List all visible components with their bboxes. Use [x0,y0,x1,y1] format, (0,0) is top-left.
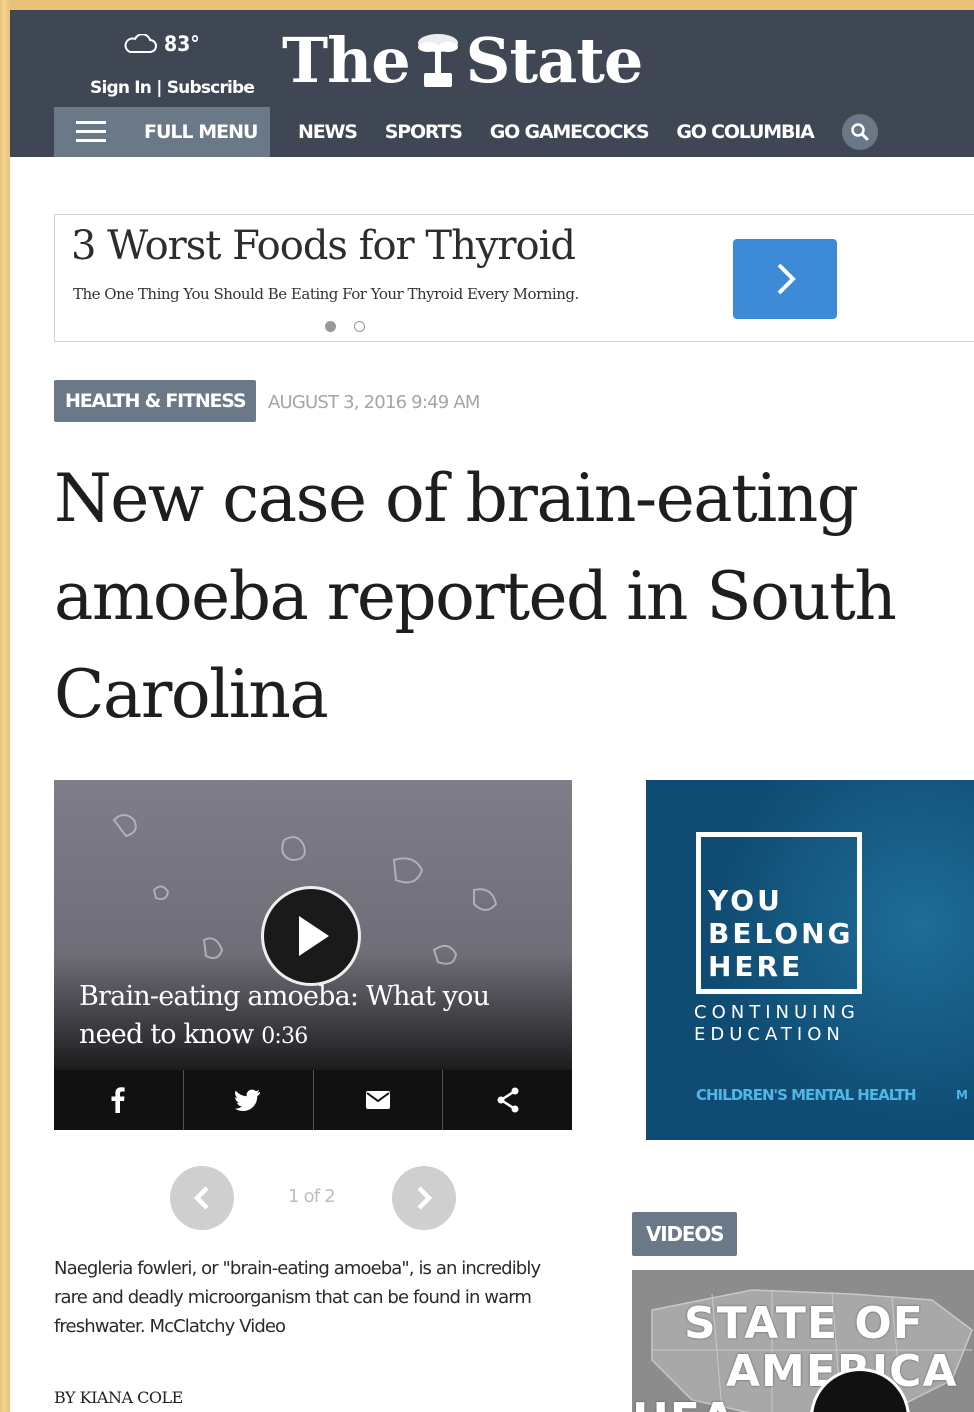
share-twitter-button[interactable] [184,1070,314,1130]
article-headline: New case of brain-eating amoeba reported… [54,460,897,733]
email-icon [365,1091,390,1109]
play-button[interactable] [261,886,361,986]
chevron-right-icon [777,263,796,295]
video-duration: 0:36 [261,1024,308,1049]
ad-headline-line: HERE [708,950,804,983]
chevron-left-icon [193,1186,209,1210]
pager-prev-button[interactable] [170,1166,234,1230]
share-more-button[interactable] [443,1070,572,1130]
search-button[interactable] [841,114,878,150]
weather-widget[interactable]: 83° [122,32,200,56]
full-menu-button[interactable]: FULL MENU [54,107,270,157]
carousel-dot[interactable] [325,321,336,332]
ad-carousel-dots [325,321,365,332]
share-bar [54,1070,572,1130]
ad-headline-line: BELONG [708,917,854,950]
video-caption: Brain-eating amoeba: What you need to kn… [79,978,559,1056]
logo-text-left: The [282,23,411,97]
video-player[interactable]: Brain-eating amoeba: What you need to kn… [54,780,572,1130]
search-icon [850,123,869,141]
chevron-right-icon [417,1186,433,1210]
section-tag[interactable]: HEALTH & FITNESS [54,380,257,422]
sponsored-ad-banner[interactable]: 3 Worst Foods for Thyroid The One Thing … [54,214,974,342]
ad-link-secondary[interactable]: M [956,1088,968,1102]
video-description: Naegleria fowleri, or "brain-eating amoe… [54,1258,541,1337]
weather-temp: 83° [164,32,200,56]
logo-text-right: State [465,23,644,97]
twitter-icon [235,1089,261,1111]
continuing-education-ad[interactable]: YOU BELONG HERE CONTINUING EDUCATION CHI… [646,780,974,1140]
share-email-button[interactable] [314,1070,444,1130]
share-icon [497,1087,519,1113]
videos-section-label[interactable]: VIDEOS [632,1212,738,1256]
ad-subtitle: The One Thing You Should Be Eating For Y… [73,285,579,303]
ad-subtext: CONTINUING EDUCATION [694,1002,860,1046]
ad-next-button[interactable] [733,239,837,319]
site-header: 83° Sign In | Subscribe The State FULL M… [10,10,974,157]
ad-link[interactable]: CHILDREN'S MENTAL HEALTH [696,1086,917,1104]
media-pager: 1 of 2 [170,1166,456,1230]
pager-count: 1 of 2 [288,1186,336,1207]
site-logo[interactable]: The State [282,20,644,100]
video-thumb-line: STATE OF [684,1298,924,1349]
carousel-dot[interactable] [354,321,365,332]
ad-headline-line: YOU [708,884,783,917]
full-menu-label: FULL MENU [144,121,258,143]
facebook-icon [111,1087,125,1113]
cloud-icon [124,34,157,53]
nav-sports[interactable]: SPORTS [385,121,463,143]
signin-subscribe-link[interactable]: Sign In | Subscribe [90,78,255,98]
article-byline[interactable]: BY KIANA COLE [54,1388,183,1407]
main-nav: NEWS SPORTS GO GAMECOCKS GO COLUMBIA [298,107,878,157]
ad-subtext-line: EDUCATION [694,1024,845,1045]
pager-next-button[interactable] [392,1166,456,1230]
video-thumbnail-card[interactable]: STATE OF AMERICA HEA [632,1270,974,1412]
nav-go-gamecocks[interactable]: GO GAMECOCKS [490,121,650,143]
ad-headline: YOU BELONG HERE [708,884,854,983]
share-facebook-button[interactable] [54,1070,184,1130]
ad-subtext-line: CONTINUING [694,1002,860,1023]
ad-title[interactable]: 3 Worst Foods for Thyroid [71,223,576,269]
nav-go-columbia[interactable]: GO COLUMBIA [676,121,814,143]
play-icon [299,916,329,956]
article-date: AUGUST 3, 2016 9:49 AM [268,392,480,413]
browser-viewport: 83° Sign In | Subscribe The State FULL M… [10,10,974,1412]
palmetto-icon [417,34,458,87]
nav-news[interactable]: NEWS [298,121,358,143]
hamburger-icon [76,121,106,143]
